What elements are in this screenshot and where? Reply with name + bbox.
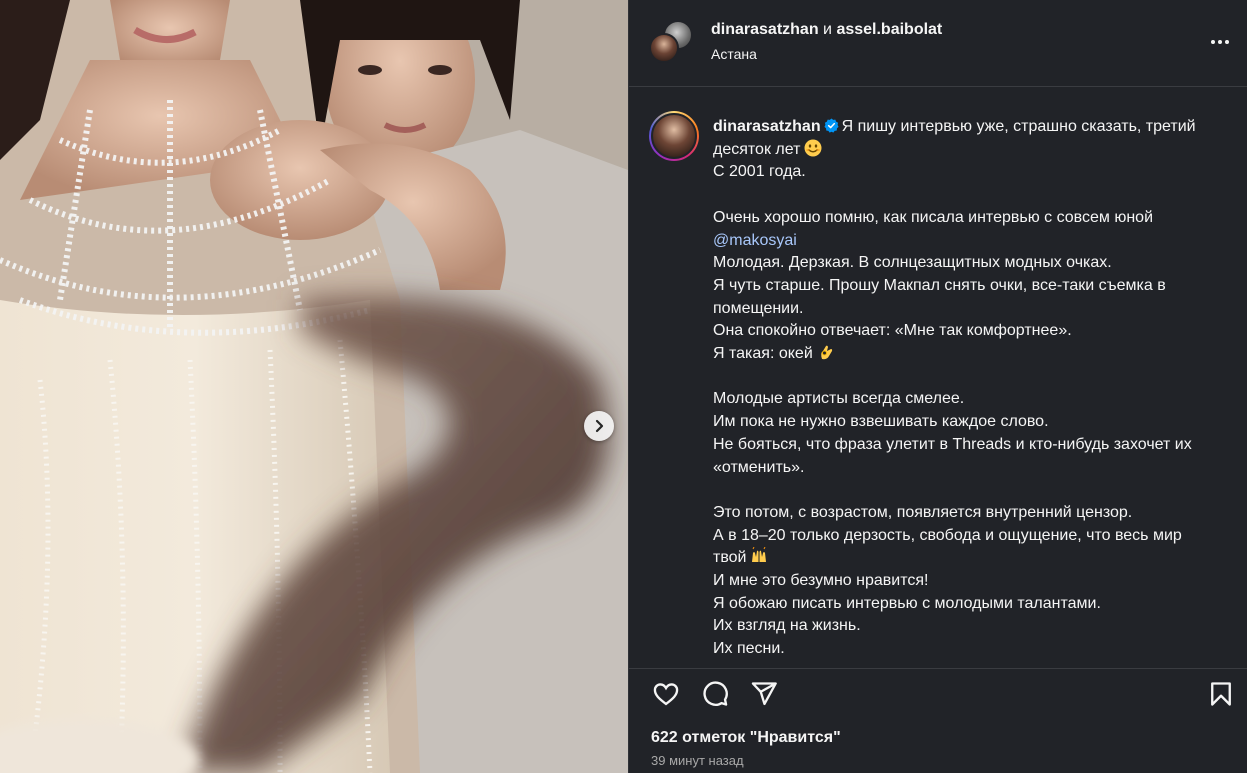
collab-avatars[interactable] xyxy=(649,20,693,64)
caption-text: Им пока не нужно взвешивать каждое слово… xyxy=(713,413,1049,431)
caption-text: твой xyxy=(713,549,747,567)
caption-line: помещении. xyxy=(713,298,1233,321)
post-side-panel: dinarasatzhan и assel.baibolat Астана di… xyxy=(628,0,1247,773)
share-button[interactable] xyxy=(747,677,781,711)
chevron-right-icon xyxy=(595,419,604,433)
caption-text: Я такая: окей xyxy=(713,345,813,363)
post-actions xyxy=(629,668,1247,716)
caption-line: А в 18–20 только дерзость, свобода и ощу… xyxy=(713,525,1233,548)
caption-line: Им пока не нужно взвешивать каждое слово… xyxy=(713,411,1233,434)
verified-badge-icon xyxy=(824,118,839,133)
send-icon xyxy=(751,682,777,706)
caption-line: Она спокойно отвечает: «Мне так комфортн… xyxy=(713,320,1233,343)
caption-text: И мне это безумно нравится! xyxy=(713,572,929,590)
caption-text: Я обожаю писать интервью с молодыми тала… xyxy=(713,594,1101,612)
post-caption: dinarasatzhan Я пишу интервью уже, страшн… xyxy=(713,116,1233,661)
heart-icon xyxy=(653,683,679,706)
caption-text: Очень хорошо помню, как писала интервью … xyxy=(713,208,1154,226)
post-location[interactable]: Астана xyxy=(711,46,757,62)
like-button[interactable] xyxy=(649,677,683,711)
caption-text: Она спокойно отвечает: «Мне так комфортн… xyxy=(713,322,1072,340)
post-header: dinarasatzhan и assel.baibolat Астана xyxy=(629,0,1247,87)
caption-line: И мне это безумно нравится! xyxy=(713,570,1233,593)
caption-text: Это потом, с возрастом, появляется внутр… xyxy=(713,503,1133,521)
authors-conjunction: и xyxy=(823,21,832,38)
post-photo[interactable] xyxy=(0,0,628,773)
likes-count[interactable]: 622 отметок "Нравится" xyxy=(651,729,841,747)
caption-line: Их взгляд на жизнь. xyxy=(713,615,1233,638)
caption-text: Молодая. Дерзкая. В солнцезащитных модны… xyxy=(713,254,1112,272)
caption-text: С 2001 года. xyxy=(713,163,806,181)
caption-text: Их песни. xyxy=(713,640,785,658)
post-timestamp[interactable]: 39 минут назад xyxy=(651,753,744,768)
bookmark-icon xyxy=(1211,682,1231,706)
caption-line: dinarasatzhan Я пишу интервью уже, страшн… xyxy=(713,116,1233,139)
caption-line: Я чуть старше. Прошу Макпал снять очки, … xyxy=(713,275,1233,298)
caption-author-avatar[interactable] xyxy=(649,111,699,161)
caption-line: Не бояться, что фраза улетит в Threads и… xyxy=(713,434,1233,457)
post-authors: dinarasatzhan и assel.baibolat xyxy=(711,21,942,39)
caption-author-link[interactable]: dinarasatzhan xyxy=(713,118,821,135)
raising-hands-emoji xyxy=(752,547,767,563)
caption-text: Не бояться, что фраза улетит в Threads и… xyxy=(713,435,1192,453)
more-options-button[interactable] xyxy=(1207,30,1233,54)
comment-button[interactable] xyxy=(698,677,732,711)
author-link[interactable]: dinarasatzhan xyxy=(711,21,819,38)
ok-hand-emoji xyxy=(820,345,832,360)
caption-line: Я обожаю писать интервью с молодыми тала… xyxy=(713,593,1233,616)
carousel-next-button[interactable] xyxy=(584,411,614,441)
caption-line: @makosyai xyxy=(713,230,1233,253)
caption-text: «отменить». xyxy=(713,458,805,476)
avatar[interactable] xyxy=(649,33,679,63)
caption-text: Я пишу интервью уже, страшно сказать, тр… xyxy=(841,118,1196,135)
caption-text: помещении. xyxy=(713,299,804,317)
caption-text: Их взгляд на жизнь. xyxy=(713,617,861,635)
caption-line: Очень хорошо помню, как писала интервью … xyxy=(713,207,1233,230)
caption-line: десяток лет xyxy=(713,139,1233,162)
caption-line: твой xyxy=(713,547,1233,570)
caption-line: Молодые артисты всегда смелее. xyxy=(713,388,1233,411)
photo-image xyxy=(0,0,628,773)
caption-line: Молодая. Дерзкая. В солнцезащитных модны… xyxy=(713,252,1233,275)
smiling-face-emoji xyxy=(804,139,822,157)
comment-icon xyxy=(703,681,728,706)
coauthor-link[interactable]: assel.baibolat xyxy=(836,21,942,38)
caption-line: Их песни. xyxy=(713,638,1233,661)
caption-line: Это потом, с возрастом, появляется внутр… xyxy=(713,502,1233,525)
caption-line: «отменить». xyxy=(713,457,1233,480)
caption-line: С 2001 года. xyxy=(713,161,1233,184)
caption-text: Молодые артисты всегда смелее. xyxy=(713,390,965,408)
caption-line: Я такая: окей xyxy=(713,343,1233,366)
mention-link[interactable]: @makosyai xyxy=(713,232,797,249)
avatar xyxy=(651,113,697,159)
more-horizontal-icon xyxy=(1211,40,1215,44)
caption-text: Я чуть старше. Прошу Макпал снять очки, … xyxy=(713,276,1166,294)
caption-text: десяток лет xyxy=(713,140,801,158)
caption-text: А в 18–20 только дерзость, свобода и ощу… xyxy=(713,526,1182,544)
save-button[interactable] xyxy=(1204,677,1238,711)
